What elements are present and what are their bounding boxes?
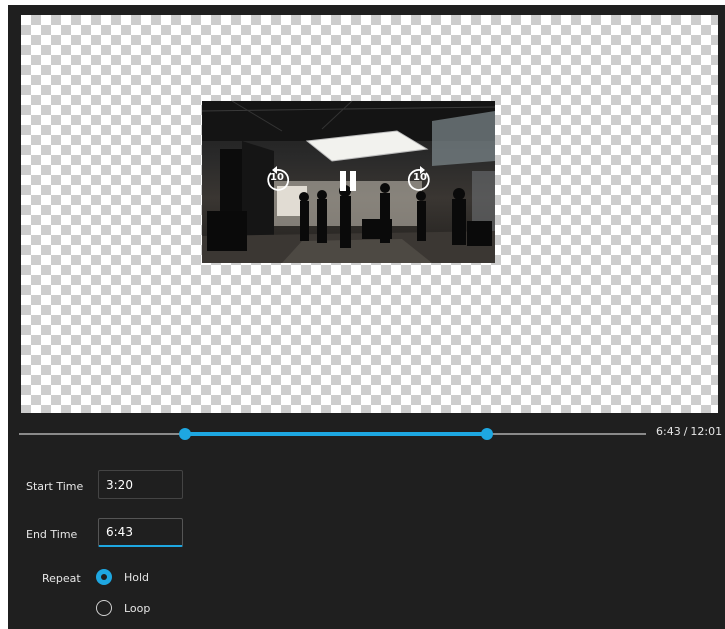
video-preview[interactable]: 10 10 [202,101,495,263]
radio-unselected-icon[interactable] [96,600,112,616]
start-time-input[interactable]: 3:20 [98,470,183,499]
skip-forward-seconds: 10 [413,172,427,183]
current-time: 6:43 [656,425,681,438]
radio-selected-icon[interactable] [96,569,112,585]
end-time-label: End Time [26,528,78,541]
repeat-option-loop[interactable]: Loop [96,600,150,616]
skip-back-seconds: 10 [270,172,284,183]
skip-back-button[interactable]: 10 [262,165,292,195]
start-time-label: Start Time [26,480,84,493]
trim-timeline[interactable] [19,428,646,440]
total-time: 12:01 [690,425,723,438]
trim-end-handle[interactable] [481,428,493,440]
repeat-label: Repeat [42,572,81,585]
skip-forward-button[interactable]: 10 [405,165,435,195]
trim-range-fill [185,432,487,436]
time-readout: 6:43/12:01 [656,425,722,438]
pause-button[interactable] [333,167,363,197]
end-time-input[interactable]: 6:43 [98,518,183,547]
time-separator: / [683,425,688,438]
pause-icon [340,171,356,191]
repeat-option-label: Loop [124,601,151,615]
media-editor-panel: 10 10 6:43/12:01 Start Time 3:20 End Tim… [8,5,725,629]
trim-start-handle[interactable] [179,428,191,440]
repeat-option-label: Hold [124,570,150,584]
repeat-option-hold[interactable]: Hold [96,569,149,585]
canvas-transparent-background: 10 10 [21,15,718,413]
